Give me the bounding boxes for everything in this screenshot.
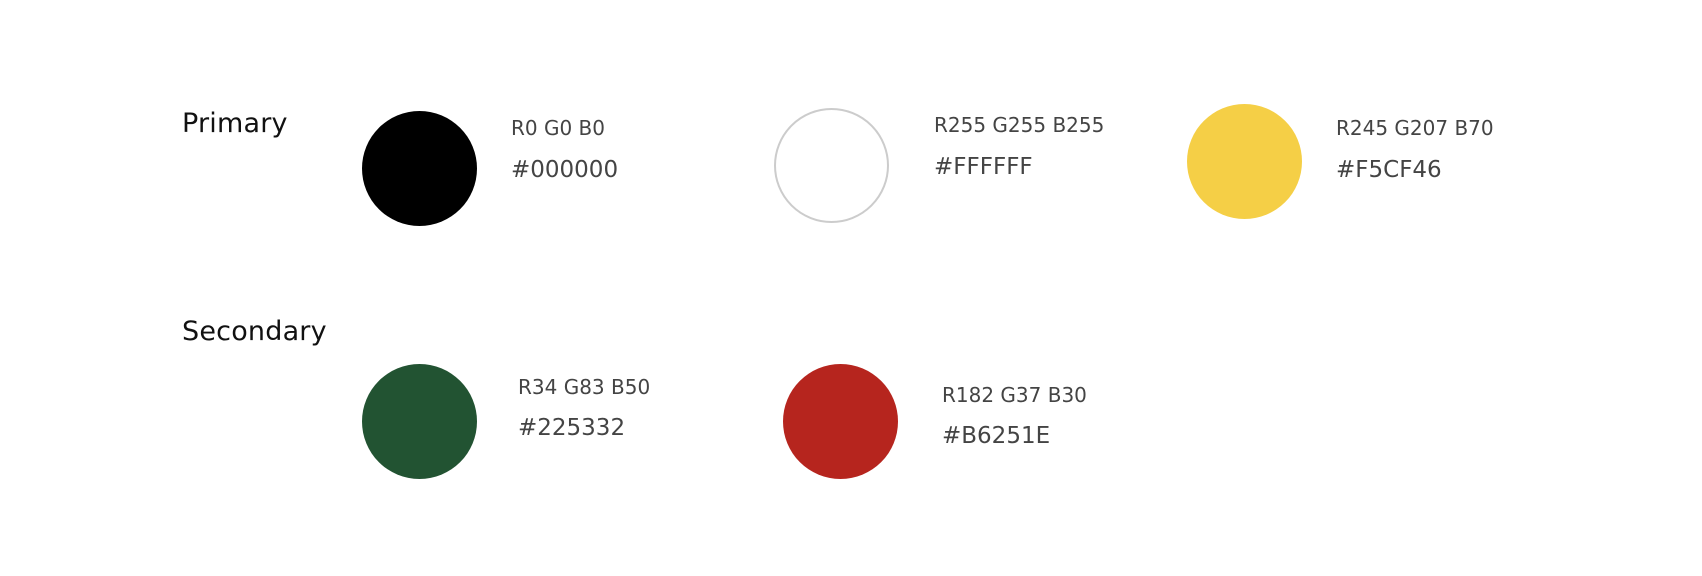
color-circle <box>362 111 477 226</box>
swatch-hex-value: #B6251E <box>942 423 1051 449</box>
color-circle <box>774 108 889 223</box>
swatch-rgb-value: R0 G0 B0 <box>511 116 606 140</box>
primary-section-title: Primary <box>182 108 288 139</box>
color-palette-page: Primary R0 G0 B0 #000000 R255 G255 B255 … <box>0 0 1702 576</box>
color-circle <box>783 364 898 479</box>
swatch-hex-value: #000000 <box>511 157 619 183</box>
swatch-rgb-value: R255 G255 B255 <box>934 113 1105 137</box>
swatch-hex-value: #F5CF46 <box>1336 157 1442 183</box>
swatch-hex-value: #FFFFFF <box>934 154 1033 180</box>
color-circle <box>362 364 477 479</box>
color-circle <box>1187 104 1302 219</box>
swatch-rgb-value: R245 G207 B70 <box>1336 116 1494 140</box>
swatch-hex-value: #225332 <box>518 415 626 441</box>
swatch-rgb-value: R34 G83 B50 <box>518 375 651 399</box>
secondary-section-title: Secondary <box>182 316 327 347</box>
swatch-rgb-value: R182 G37 B30 <box>942 383 1087 407</box>
